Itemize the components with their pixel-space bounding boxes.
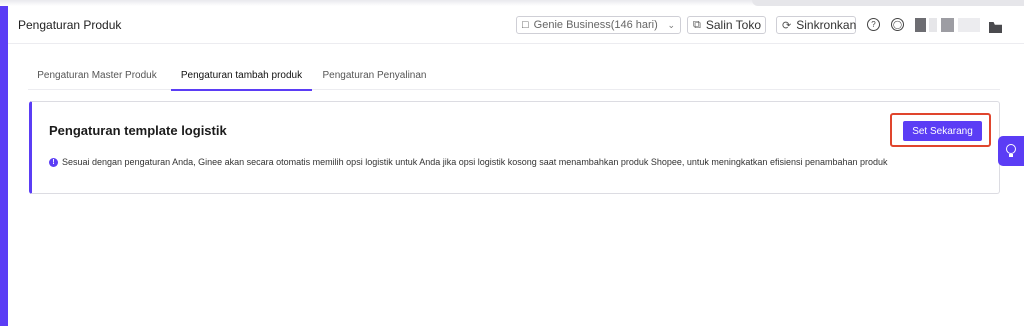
globe-icon[interactable]: ◯ [891, 18, 904, 31]
tab-add-product[interactable]: Pengaturan tambah produk [171, 60, 312, 91]
account-avatar[interactable] [915, 18, 926, 32]
tab-copy-settings[interactable]: Pengaturan Penyalinan [318, 60, 431, 90]
sidebar-accent [0, 0, 8, 326]
folder-icon[interactable] [989, 22, 1002, 33]
help-icon[interactable]: ? [867, 18, 880, 31]
set-now-button[interactable]: Set Sekarang [903, 121, 982, 141]
card-title: Pengaturan template logistik [49, 123, 227, 138]
copy-store-button[interactable]: ⧉ Salin Toko [687, 16, 766, 34]
copy-store-icon: ⧉ [693, 18, 701, 31]
account-redacted [958, 18, 980, 32]
logistics-template-card: Pengaturan template logistik Set Sekaran… [29, 101, 1000, 194]
lightbulb-icon [1006, 144, 1016, 158]
sync-button[interactable]: ⟳ Sinkronkan [776, 16, 856, 34]
tab-master-product[interactable]: Pengaturan Master Produk [28, 60, 166, 90]
chevron-down-icon: ⌄ [667, 19, 675, 30]
store-selector-label: Genie Business(146 hari) [533, 19, 658, 31]
tips-button[interactable] [998, 136, 1024, 166]
page-title: Pengaturan Produk [18, 18, 122, 32]
sync-icon: ⟳ [782, 19, 792, 32]
settings-tabs: Pengaturan Master Produk Pengaturan tamb… [28, 60, 1000, 91]
account-redacted [929, 18, 937, 32]
store-selector[interactable]: □ Genie Business(146 hari) ⌄ [516, 16, 681, 34]
info-icon: ! [49, 157, 58, 167]
calendar-icon: □ [522, 19, 529, 31]
sync-label: Sinkronkan [796, 18, 857, 32]
info-text: Sesuai dengan pengaturan Anda, Ginee aka… [62, 157, 888, 167]
page-header: Pengaturan Produk □ Genie Business(146 h… [8, 6, 1024, 44]
info-message: ! Sesuai dengan pengaturan Anda, Ginee a… [49, 157, 888, 167]
copy-store-label: Salin Toko [705, 18, 762, 32]
account-redacted [941, 18, 954, 32]
